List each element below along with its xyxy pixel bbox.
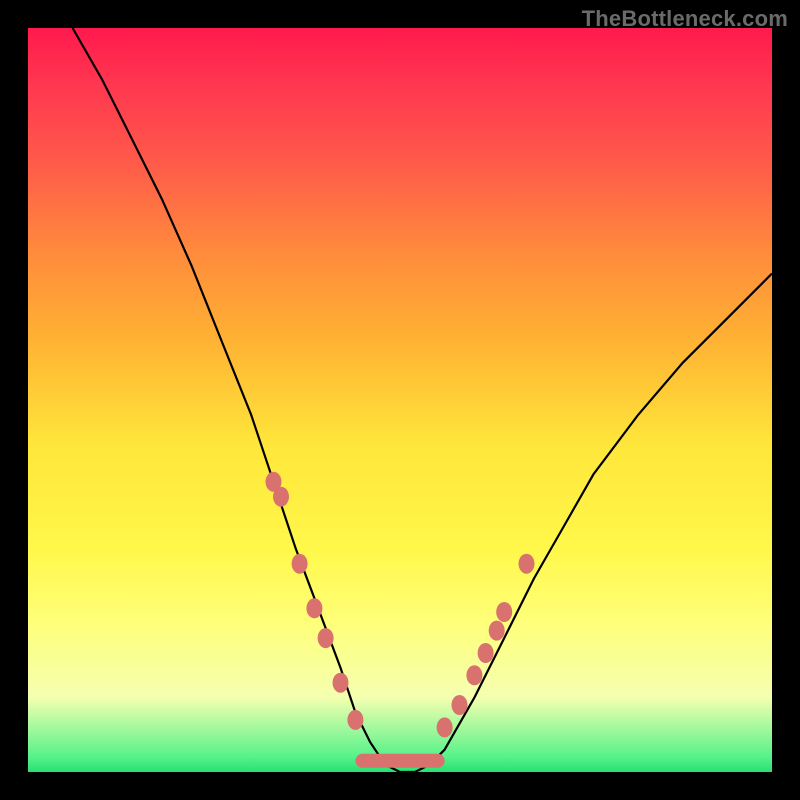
chart-svg (28, 28, 772, 772)
curve-marker (478, 643, 494, 663)
curve-marker (489, 621, 505, 641)
chart-plot-area (28, 28, 772, 772)
curve-marker (347, 710, 363, 730)
curve-marker (466, 665, 482, 685)
marker-group-right (437, 554, 535, 738)
curve-marker (292, 554, 308, 574)
bottleneck-curve (73, 28, 772, 772)
curve-marker (452, 695, 468, 715)
curve-marker (306, 598, 322, 618)
curve-marker (519, 554, 535, 574)
optimal-band-marker (355, 754, 444, 768)
curve-marker (496, 602, 512, 622)
watermark-text: TheBottleneck.com (582, 6, 788, 32)
curve-marker (333, 673, 349, 693)
curve-marker (273, 487, 289, 507)
curve-marker (437, 717, 453, 737)
curve-marker (318, 628, 334, 648)
